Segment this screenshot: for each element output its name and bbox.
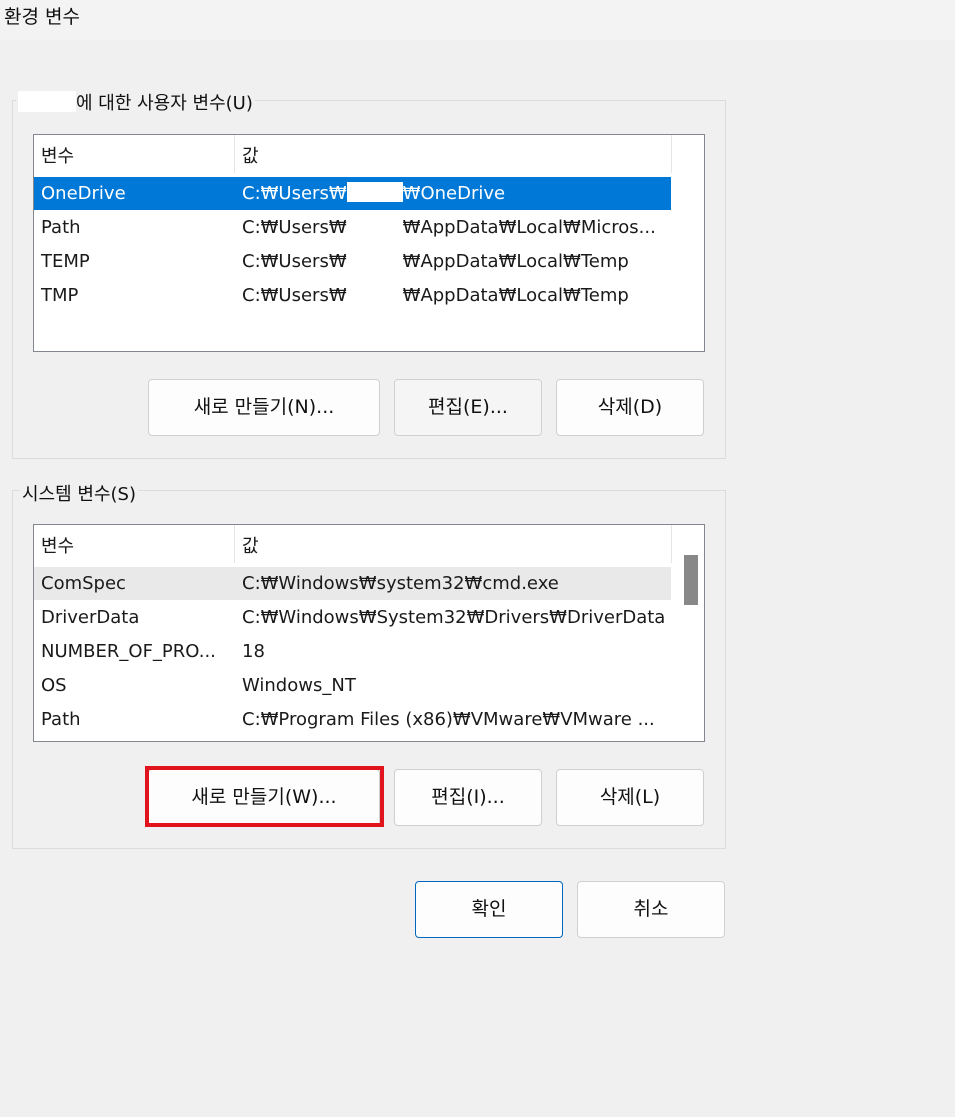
redacted-username	[18, 91, 76, 112]
system-edit-button[interactable]: 편집(I)...	[394, 769, 542, 826]
scrollbar-thumb[interactable]	[684, 555, 698, 605]
system-row-driverdata[interactable]: DriverData C:₩Windows₩System32₩Drivers₩D…	[34, 601, 671, 634]
user-list-header: 변수 값	[34, 135, 672, 173]
redacted-username	[347, 284, 403, 304]
user-row-tmp[interactable]: TMP C:₩Users₩ ₩AppData₩Local₩Temp	[34, 279, 671, 312]
variable-value: C:₩Windows₩system32₩cmd.exe	[242, 573, 559, 594]
user-variables-label: 에 대한 사용자 변수(U)	[16, 89, 255, 115]
system-row-os[interactable]: OS Windows_NT	[34, 669, 671, 702]
cancel-button[interactable]: 취소	[577, 881, 725, 938]
redacted-username	[347, 250, 403, 270]
system-row-path[interactable]: Path C:₩Program Files (x86)₩VMware₩VMwar…	[34, 703, 671, 736]
system-variables-label: 시스템 변수(S)	[20, 480, 138, 506]
variable-value: C:₩Users₩ ₩AppData₩Local₩Temp	[242, 250, 629, 272]
variable-value: 18	[242, 641, 265, 662]
system-delete-button[interactable]: 삭제(L)	[556, 769, 704, 826]
variable-name: DriverData	[41, 607, 140, 628]
variable-value: C:₩Users₩ ₩AppData₩Local₩Temp	[242, 284, 629, 306]
window-title: 환경 변수	[4, 6, 80, 28]
title-bar: 환경 변수	[0, 0, 955, 40]
variable-name: TMP	[41, 285, 79, 306]
user-row-path[interactable]: Path C:₩Users₩ ₩AppData₩Local₩Micros...	[34, 211, 671, 244]
system-row-number-of-processors[interactable]: NUMBER_OF_PRO... 18	[34, 635, 671, 668]
column-header-value[interactable]: 값	[235, 525, 671, 563]
variable-name: ComSpec	[41, 573, 126, 594]
user-row-onedrive[interactable]: OneDrive C:₩Users₩ ₩OneDrive	[34, 177, 671, 210]
variable-value: C:₩Windows₩System32₩Drivers₩DriverData	[242, 607, 666, 628]
variable-value: Windows_NT	[242, 675, 356, 696]
variable-name: NUMBER_OF_PRO...	[41, 641, 216, 662]
redacted-username	[347, 216, 403, 236]
column-header-value[interactable]: 값	[235, 135, 671, 173]
user-row-temp[interactable]: TEMP C:₩Users₩ ₩AppData₩Local₩Temp	[34, 245, 671, 278]
system-list-header: 변수 값	[34, 525, 672, 563]
user-edit-button[interactable]: 편집(E)...	[394, 379, 542, 436]
column-divider	[671, 135, 672, 173]
variable-value: C:₩Program Files (x86)₩VMware₩VMware ...	[242, 709, 655, 730]
redacted-username	[346, 182, 403, 202]
system-row-comspec[interactable]: ComSpec C:₩Windows₩system32₩cmd.exe	[34, 567, 671, 600]
variable-name: TEMP	[41, 251, 90, 272]
variable-name: OS	[41, 675, 67, 696]
column-header-variable[interactable]: 변수	[34, 525, 234, 563]
system-new-button[interactable]: 새로 만들기(W)...	[148, 769, 380, 826]
variable-value: C:₩Users₩ ₩AppData₩Local₩Micros...	[242, 216, 656, 238]
column-divider	[671, 525, 672, 563]
variable-name: Path	[41, 217, 81, 238]
column-header-variable[interactable]: 변수	[34, 135, 234, 173]
variable-name: Path	[41, 709, 81, 730]
user-delete-button[interactable]: 삭제(D)	[556, 379, 704, 436]
variable-name: OneDrive	[41, 183, 126, 204]
user-new-button[interactable]: 새로 만들기(N)...	[148, 379, 380, 436]
user-variables-list[interactable]: 변수 값 OneDrive C:₩Users₩ ₩OneDrive Path C:…	[33, 134, 705, 352]
variable-value: C:₩Users₩ ₩OneDrive	[242, 182, 506, 204]
ok-button[interactable]: 확인	[415, 881, 563, 938]
system-variables-list[interactable]: 변수 값 ComSpec C:₩Windows₩system32₩cmd.exe…	[33, 524, 705, 742]
vertical-scrollbar[interactable]	[673, 525, 704, 741]
